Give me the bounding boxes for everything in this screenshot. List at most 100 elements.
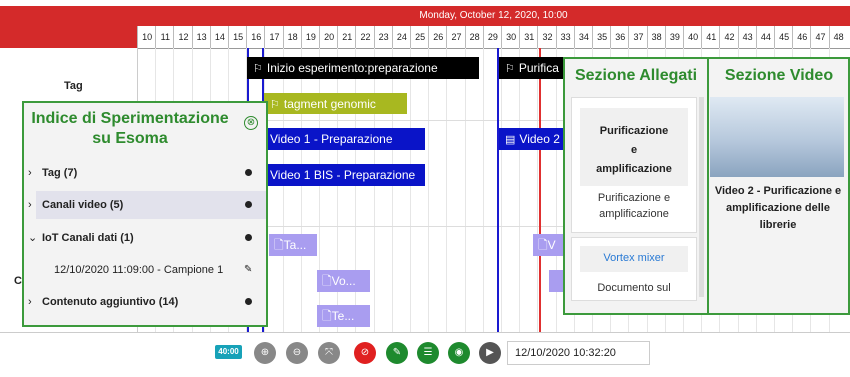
hour-tick: 44	[755, 26, 775, 48]
index-item-contenuto[interactable]: › Contenuto aggiuntivo (14)	[24, 288, 266, 316]
index-item-label: IoT Canali dati (1)	[42, 232, 134, 244]
video-thumbnail[interactable]	[710, 97, 844, 177]
file-icon: 🗋	[322, 274, 332, 288]
event-label: Purifica	[518, 61, 559, 75]
hour-ticks: 10 11 12 13 14 15 16 17 18 19 20 21 22 23 24 25 26 27 28 29…	[137, 26, 850, 49]
attachment-title: amplificazione	[596, 163, 672, 175]
attachments-scrollbar[interactable]	[699, 97, 704, 297]
doc-label: Vo...	[331, 274, 356, 288]
doc-item[interactable]: 🗋Te...	[317, 305, 370, 327]
attachments-title: Sezione Allegati	[574, 67, 698, 84]
index-item-label: Tag (7)	[42, 167, 78, 179]
datetime-field[interactable]: 12/10/2020 10:32:20	[507, 341, 650, 365]
hour-tick: 11	[155, 26, 174, 48]
file-icon: 🗋	[322, 309, 332, 323]
doc-item[interactable]	[549, 270, 563, 292]
stop-icon[interactable]: ⊘	[354, 342, 376, 364]
index-panel-title: Indice di Sperimentazione su Esoma	[31, 110, 229, 147]
edit-icon[interactable]: ✎	[386, 342, 408, 364]
panel-divider	[707, 59, 709, 313]
current-time-line	[539, 48, 541, 332]
video-caption: librerie	[759, 219, 797, 231]
hour-tick: 17	[264, 26, 283, 48]
video-caption: amplificazione delle	[726, 202, 830, 214]
timeline-app: Monday, October 12, 2020, 10:00 10 11 12 13…	[0, 0, 850, 377]
date-header: Monday, October 12, 2020, 10:00	[137, 6, 850, 26]
play-icon[interactable]: ▶	[479, 342, 501, 364]
doc-item[interactable]: 🗋Vo...	[317, 270, 370, 292]
file-icon: 🗋	[274, 238, 284, 252]
hour-tick: 45	[774, 26, 793, 48]
hour-tick: 16	[246, 26, 265, 48]
eye-icon[interactable]: ◉	[448, 342, 470, 364]
event-video-1-bis[interactable]: Video 1 BIS - Preparazione	[264, 164, 425, 186]
hour-tick: 14	[209, 26, 229, 48]
hour-tick: 39	[664, 26, 684, 48]
video-title: Sezione Video	[724, 67, 834, 84]
hour-tick: 34	[573, 26, 593, 48]
grid-line	[282, 48, 284, 332]
grid-line	[501, 48, 502, 332]
doc-item[interactable]: 🗋V	[533, 234, 563, 256]
index-item-canali-video[interactable]: › Canali video (5)	[28, 191, 266, 219]
zoom-in-icon[interactable]: ⊕	[254, 342, 276, 364]
grid-line	[391, 48, 393, 332]
zoom-out-icon[interactable]: ⊖	[286, 342, 308, 364]
duration-badge: 40:00	[215, 345, 242, 359]
marker-line-blue	[497, 48, 499, 332]
index-item-label: Canali video (5)	[42, 199, 124, 211]
event-video-2[interactable]: ▤ Video 2	[499, 128, 563, 150]
attachment-title: Purificazione	[599, 125, 669, 137]
chevron-right-icon: ›	[28, 199, 32, 211]
hour-tick: 13	[191, 26, 211, 48]
event-purificazione[interactable]: ⚐ Purifica	[499, 57, 563, 79]
edit-icon[interactable]: ✎	[244, 264, 252, 275]
grid-line	[300, 48, 302, 332]
chevron-right-icon: ›	[28, 167, 32, 179]
attachment-title: e	[630, 144, 638, 156]
hour-tick: 31	[519, 26, 538, 48]
hour-tick: 42	[719, 26, 738, 48]
attachments-video-panel: Sezione Allegati Sezione Video Purificaz…	[563, 57, 850, 315]
attachment-desc: amplificazione	[599, 208, 669, 220]
doc-item[interactable]: 🗋Ta...	[269, 234, 317, 256]
hour-tick: 12	[173, 26, 192, 48]
hour-tick: 18	[282, 26, 302, 48]
dot-icon	[245, 298, 252, 305]
list-icon[interactable]: ☰	[417, 342, 439, 364]
attachment-title: Vortex mixer	[603, 252, 665, 264]
hour-tick: 32	[537, 26, 556, 48]
doc-label: Te...	[331, 309, 355, 323]
event-label: Inizio esperimento:preparazione	[266, 61, 438, 75]
chevron-right-icon: ›	[28, 296, 32, 308]
chevron-down-icon: ⌄	[28, 232, 38, 244]
grid-line	[428, 48, 430, 332]
hour-tick: 38	[646, 26, 666, 48]
header-corner	[0, 6, 137, 48]
attachment-card[interactable]: Vortex mixer Documento sul	[571, 237, 697, 301]
grid-line	[482, 48, 484, 332]
iot-sub-item[interactable]: 12/10/2020 11:09:00 - Campione 1	[54, 264, 223, 276]
hour-tick: 21	[337, 26, 356, 48]
hour-tick: 46	[792, 26, 811, 48]
index-item-iot[interactable]: ⌄ IoT Canali dati (1)	[24, 224, 266, 252]
close-icon[interactable]: ⊗	[244, 116, 258, 130]
flag-icon: ⚐	[253, 63, 263, 75]
index-item-tag[interactable]: › Tag (7)	[24, 159, 266, 187]
row-label-partial: C	[14, 275, 22, 287]
grid-line	[446, 48, 448, 332]
event-video-1[interactable]: Video 1 - Preparazione	[264, 128, 425, 150]
fit-icon[interactable]: ⤧	[318, 342, 340, 364]
attachment-desc: Purificazione e	[597, 192, 671, 204]
event-label: Video 2	[519, 132, 560, 146]
hour-tick: 30	[501, 26, 520, 48]
hour-tick: 27	[446, 26, 465, 48]
attachment-card[interactable]: Purificazione e amplificazione Purificaz…	[571, 97, 697, 233]
event-tagment-genomic[interactable]: ⚐ tagment genomic	[264, 93, 407, 114]
hour-tick: 40	[683, 26, 702, 48]
hour-tick: 43	[737, 26, 757, 48]
hour-tick: 37	[628, 26, 647, 48]
doc-label: V	[547, 238, 556, 252]
doc-label: Ta...	[283, 238, 307, 252]
event-inizio-esperimento[interactable]: ⚐ Inizio esperimento:preparazione	[247, 57, 479, 79]
